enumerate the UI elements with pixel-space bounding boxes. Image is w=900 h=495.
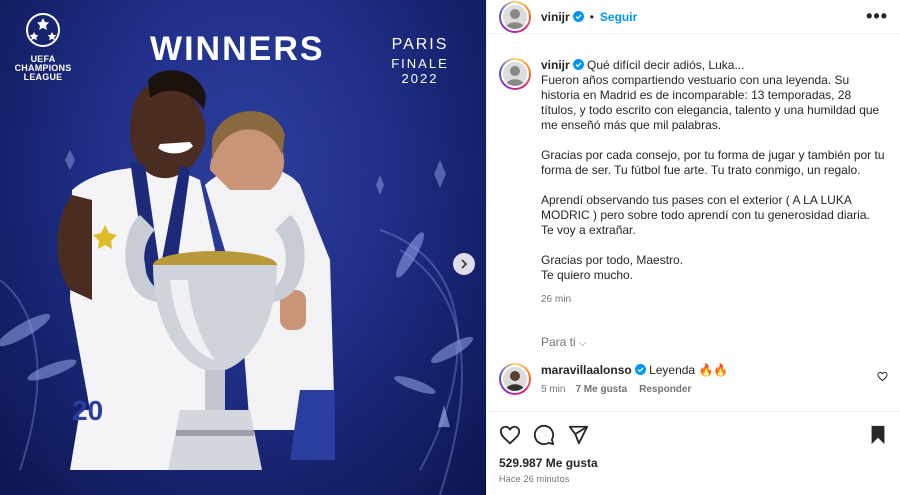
next-photo-button[interactable]	[453, 253, 475, 275]
reply-button[interactable]: Responder	[639, 384, 691, 395]
comment-like-heart-icon[interactable]	[877, 371, 888, 382]
header-username[interactable]: vinijr	[541, 10, 570, 24]
ucl-starball-icon	[26, 13, 60, 47]
comment-body: maravillaalonso Leyenda 🔥🔥 5 min 7 Me gus…	[541, 363, 728, 395]
next-arrow-icon	[461, 259, 468, 269]
caption: vinijr Qué difícil decir adiós, Luka... …	[499, 58, 888, 307]
post-viewer: 20 UEFA CHAMPIONS LEAGUE WINNERS PARIS F…	[0, 0, 900, 495]
like-count[interactable]: 529.987 Me gusta	[499, 456, 889, 470]
event-city: PARIS	[391, 36, 449, 53]
logo-line-league: LEAGUE	[23, 72, 63, 82]
post-side-panel: vinijr • Seguir ••• vinijr Qué difícil d…	[486, 0, 900, 495]
post-photo[interactable]: 20 UEFA CHAMPIONS LEAGUE WINNERS PARIS F…	[0, 0, 486, 495]
post-timestamp[interactable]: Hace 26 minutos	[499, 474, 889, 484]
ucl-logo: UEFA CHAMPIONS LEAGUE	[8, 12, 78, 82]
comment-avatar[interactable]	[499, 363, 531, 395]
caption-username[interactable]: vinijr	[541, 58, 570, 72]
caption-paragraph: Aprendí observando tus pases con el exte…	[541, 193, 870, 237]
post-actions: 529.987 Me gusta Hace 26 minutos	[487, 411, 900, 484]
jersey-number: 20	[72, 395, 103, 426]
para-ti-label: Para ti	[541, 335, 576, 349]
caption-paragraph: Qué difícil decir adiós, Luka... Fueron …	[541, 58, 880, 132]
comments-area[interactable]: vinijr Qué difícil decir adiós, Luka... …	[487, 34, 900, 406]
chevron-down-icon: ⌵	[578, 338, 587, 349]
event-label: PARIS FINALE 2022	[372, 36, 468, 86]
caption-time[interactable]: 26 min	[541, 292, 888, 307]
caption-paragraph: Gracias por cada consejo, por tu forma d…	[541, 148, 885, 177]
caption-avatar[interactable]	[499, 58, 531, 90]
separator-dot: •	[589, 9, 594, 24]
comment-username[interactable]: maravillaalonso	[541, 363, 632, 377]
caption-paragraph: Gracias por todo, Maestro. Te quiero muc…	[541, 253, 684, 282]
verified-icon	[572, 59, 584, 70]
para-ti-filter[interactable]: Para ti ⌵	[541, 335, 888, 349]
share-icon[interactable]	[567, 424, 589, 446]
comment-time[interactable]: 5 min	[541, 384, 565, 395]
avatar[interactable]	[499, 0, 531, 33]
comment: maravillaalonso Leyenda 🔥🔥 5 min 7 Me gus…	[499, 363, 888, 395]
comment-text: Leyenda 🔥🔥	[649, 363, 729, 377]
event-name: FINALE 2022	[391, 56, 449, 86]
follow-button[interactable]: Seguir	[600, 10, 637, 24]
verified-icon	[572, 11, 584, 22]
banner-title: WINNERS	[150, 30, 325, 68]
caption-text: vinijr Qué difícil decir adiós, Luka... …	[541, 58, 888, 307]
post-header: vinijr • Seguir •••	[487, 0, 900, 34]
heart-icon[interactable]	[499, 424, 521, 446]
comment-likes[interactable]: 7 Me gusta	[575, 384, 627, 395]
bookmark-icon[interactable]	[867, 424, 889, 446]
comment-icon[interactable]	[533, 424, 555, 446]
more-icon[interactable]: •••	[866, 6, 888, 27]
verified-icon	[634, 364, 646, 375]
